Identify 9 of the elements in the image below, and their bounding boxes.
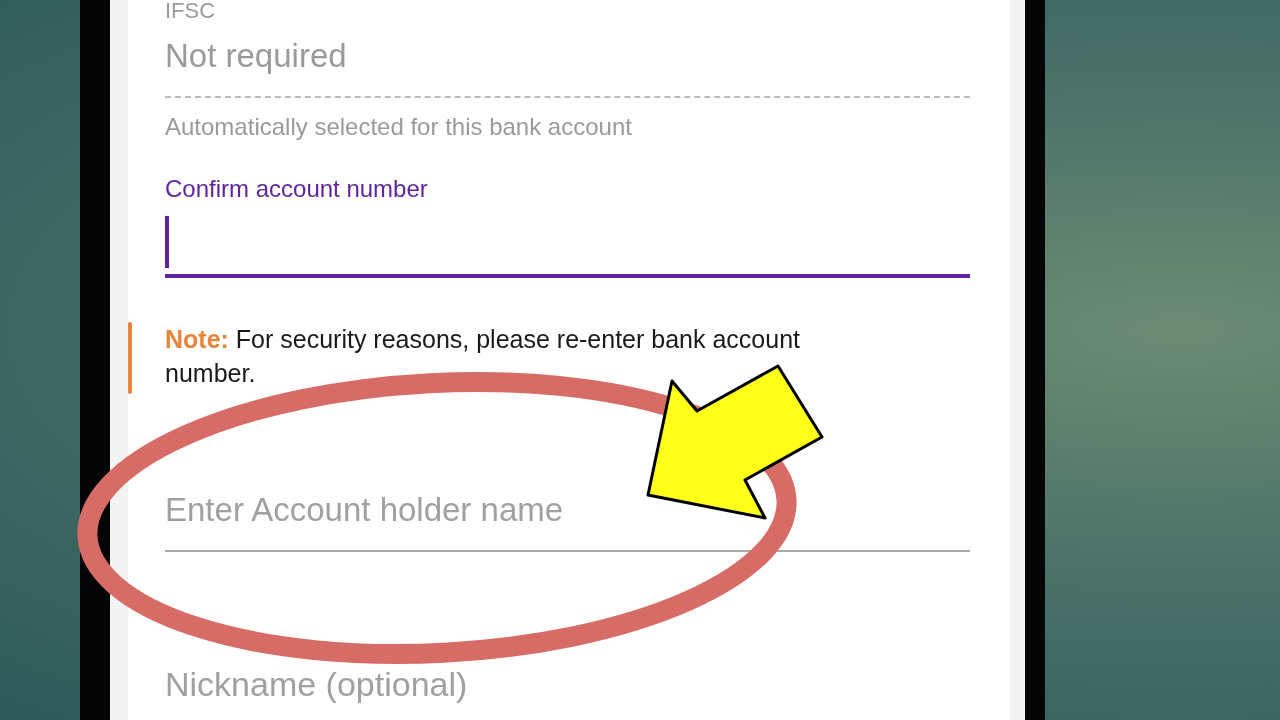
note-text: Note: For security reasons, please re-enter bank account number. — [165, 324, 801, 389]
field-label: Confirm account number — [165, 174, 428, 204]
text-cursor — [165, 216, 169, 268]
field-label: IFSC — [165, 0, 216, 22]
note-bar — [128, 322, 132, 394]
input-field[interactable]: Nickname (optional) — [165, 664, 468, 704]
arrow-icon — [646, 364, 824, 520]
helper-text: Automatically selected for this bank account — [165, 112, 632, 142]
field-value: Not required — [165, 36, 347, 76]
